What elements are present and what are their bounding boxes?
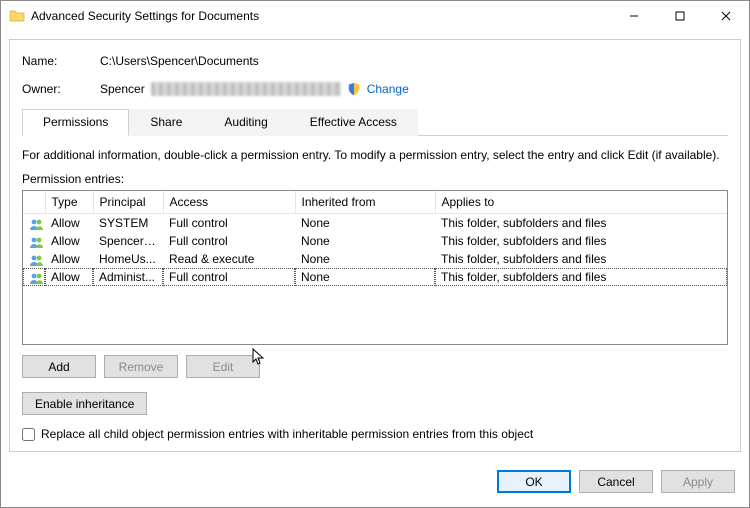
users-icon bbox=[29, 272, 45, 284]
row-inherited: None bbox=[295, 214, 435, 233]
minimize-button[interactable] bbox=[611, 1, 657, 31]
window-title: Advanced Security Settings for Documents bbox=[31, 9, 259, 23]
dialog-footer: OK Cancel Apply bbox=[1, 460, 749, 507]
replace-checkbox-label[interactable]: Replace all child object permission entr… bbox=[41, 427, 533, 441]
row-principal: Spencer ... bbox=[93, 232, 163, 250]
enable-inheritance-button[interactable]: Enable inheritance bbox=[22, 392, 147, 415]
row-type: Allow bbox=[45, 268, 93, 286]
tab-permissions[interactable]: Permissions bbox=[22, 109, 129, 136]
owner-label: Owner: bbox=[22, 82, 100, 96]
row-inherited: None bbox=[295, 250, 435, 268]
row-access: Full control bbox=[163, 214, 295, 233]
row-access: Read & execute bbox=[163, 250, 295, 268]
remove-button[interactable]: Remove bbox=[104, 355, 178, 378]
entries-label: Permission entries: bbox=[22, 172, 728, 186]
col-applies-header[interactable]: Applies to bbox=[435, 191, 727, 214]
owner-row: Owner: Spencer Change bbox=[22, 82, 728, 96]
col-icon-header[interactable] bbox=[23, 191, 45, 214]
col-type-header[interactable]: Type bbox=[45, 191, 93, 214]
titlebar: Advanced Security Settings for Documents bbox=[1, 1, 749, 31]
permission-grid[interactable]: Type Principal Access Inherited from App… bbox=[22, 190, 728, 345]
row-inherited: None bbox=[295, 232, 435, 250]
apply-button[interactable]: Apply bbox=[661, 470, 735, 493]
row-icon-cell bbox=[23, 232, 45, 250]
row-applies: This folder, subfolders and files bbox=[435, 232, 727, 250]
replace-checkbox[interactable] bbox=[22, 428, 35, 441]
users-icon bbox=[29, 218, 45, 230]
edit-button[interactable]: Edit bbox=[186, 355, 260, 378]
replace-checkbox-row: Replace all child object permission entr… bbox=[22, 427, 728, 441]
cancel-button[interactable]: Cancel bbox=[579, 470, 653, 493]
row-type: Allow bbox=[45, 232, 93, 250]
row-applies: This folder, subfolders and files bbox=[435, 250, 727, 268]
tab-share[interactable]: Share bbox=[129, 109, 203, 136]
row-access: Full control bbox=[163, 232, 295, 250]
row-principal: SYSTEM bbox=[93, 214, 163, 233]
tabs: Permissions Share Auditing Effective Acc… bbox=[22, 108, 728, 136]
name-value: C:\Users\Spencer\Documents bbox=[100, 54, 259, 68]
tab-auditing[interactable]: Auditing bbox=[203, 109, 288, 136]
row-icon-cell bbox=[23, 250, 45, 268]
col-principal-header[interactable]: Principal bbox=[93, 191, 163, 214]
security-settings-window: Advanced Security Settings for Documents… bbox=[0, 0, 750, 508]
row-access: Full control bbox=[163, 268, 295, 286]
row-applies: This folder, subfolders and files bbox=[435, 214, 727, 233]
col-access-header[interactable]: Access bbox=[163, 191, 295, 214]
add-button[interactable]: Add bbox=[22, 355, 96, 378]
row-icon-cell bbox=[23, 268, 45, 286]
maximize-button[interactable] bbox=[657, 1, 703, 31]
table-row[interactable]: AllowAdminist...Full controlNoneThis fol… bbox=[23, 268, 727, 286]
grid-header-row: Type Principal Access Inherited from App… bbox=[23, 191, 727, 214]
name-label: Name: bbox=[22, 54, 100, 68]
row-principal: Administ... bbox=[93, 268, 163, 286]
col-inherited-header[interactable]: Inherited from bbox=[295, 191, 435, 214]
tab-effective-access[interactable]: Effective Access bbox=[289, 109, 418, 136]
users-icon bbox=[29, 236, 45, 248]
entry-buttons: Add Remove Edit bbox=[22, 355, 728, 378]
folder-icon bbox=[9, 8, 25, 24]
info-text: For additional information, double-click… bbox=[22, 148, 728, 162]
owner-value: Spencer bbox=[100, 82, 145, 96]
row-applies: This folder, subfolders and files bbox=[435, 268, 727, 286]
table-row[interactable]: AllowSpencer ...Full controlNoneThis fol… bbox=[23, 232, 727, 250]
row-principal: HomeUs... bbox=[93, 250, 163, 268]
change-owner-link[interactable]: Change bbox=[367, 82, 409, 96]
row-type: Allow bbox=[45, 250, 93, 268]
row-inherited: None bbox=[295, 268, 435, 286]
table-row[interactable]: AllowSYSTEMFull controlNoneThis folder, … bbox=[23, 214, 727, 233]
name-row: Name: C:\Users\Spencer\Documents bbox=[22, 54, 728, 68]
row-icon-cell bbox=[23, 214, 45, 233]
table-row[interactable]: AllowHomeUs...Read & executeNoneThis fol… bbox=[23, 250, 727, 268]
ok-button[interactable]: OK bbox=[497, 470, 571, 493]
shield-icon bbox=[347, 82, 361, 96]
close-button[interactable] bbox=[703, 1, 749, 31]
users-icon bbox=[29, 254, 45, 266]
row-type: Allow bbox=[45, 214, 93, 233]
owner-detail-redacted bbox=[151, 82, 341, 96]
window-controls bbox=[611, 1, 749, 31]
content-panel: Name: C:\Users\Spencer\Documents Owner: … bbox=[9, 39, 741, 452]
